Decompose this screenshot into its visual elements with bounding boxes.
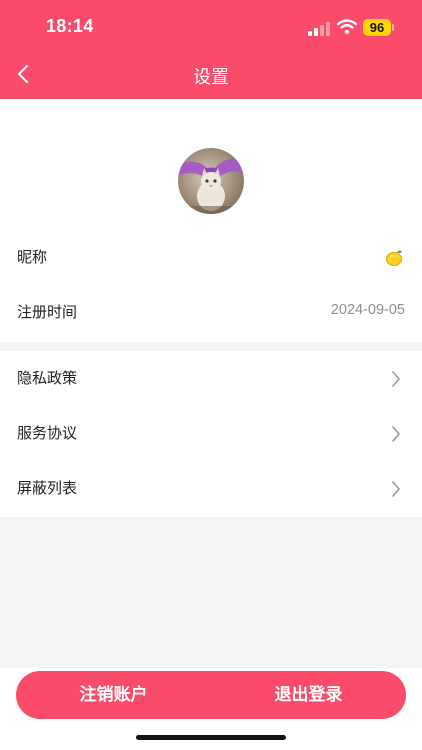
- wifi-icon: [337, 19, 357, 35]
- privacy-policy-label: 隐私政策: [17, 370, 78, 387]
- chevron-right-icon: [392, 371, 400, 387]
- delete-account-button[interactable]: 注销账户: [16, 671, 211, 719]
- avatar-cat-photo: [178, 148, 244, 214]
- status-time: 18:14: [46, 16, 94, 36]
- home-indicator: [136, 735, 286, 740]
- lemon-icon: [386, 250, 402, 266]
- service-agreement-label: 服务协议: [17, 425, 78, 442]
- bottom-action-bar: 注销账户 退出登录: [16, 671, 406, 719]
- avatar[interactable]: [178, 148, 244, 214]
- battery-tip: [392, 24, 394, 31]
- header-bar: 18:14 96 设置: [0, 0, 422, 99]
- nickname-label: 昵称: [17, 249, 48, 266]
- chevron-right-icon: [392, 481, 400, 497]
- register-time-label: 注册时间: [17, 304, 78, 321]
- cellular-signal-icon: [308, 22, 330, 36]
- block-list-label: 屏蔽列表: [17, 480, 78, 497]
- privacy-policy-row[interactable]: 隐私政策: [0, 351, 422, 406]
- chevron-right-icon: [392, 426, 400, 442]
- nickname-row[interactable]: 昵称: [0, 230, 422, 285]
- register-time-row: 注册时间 2024-09-05: [0, 285, 422, 340]
- block-list-row[interactable]: 屏蔽列表: [0, 461, 422, 516]
- page-title: 设置: [193, 67, 229, 87]
- battery-level-badge: 96: [363, 19, 391, 36]
- register-time-value: 2024-09-05: [330, 302, 405, 318]
- logout-button[interactable]: 退出登录: [211, 671, 406, 719]
- service-agreement-row[interactable]: 服务协议: [0, 406, 422, 461]
